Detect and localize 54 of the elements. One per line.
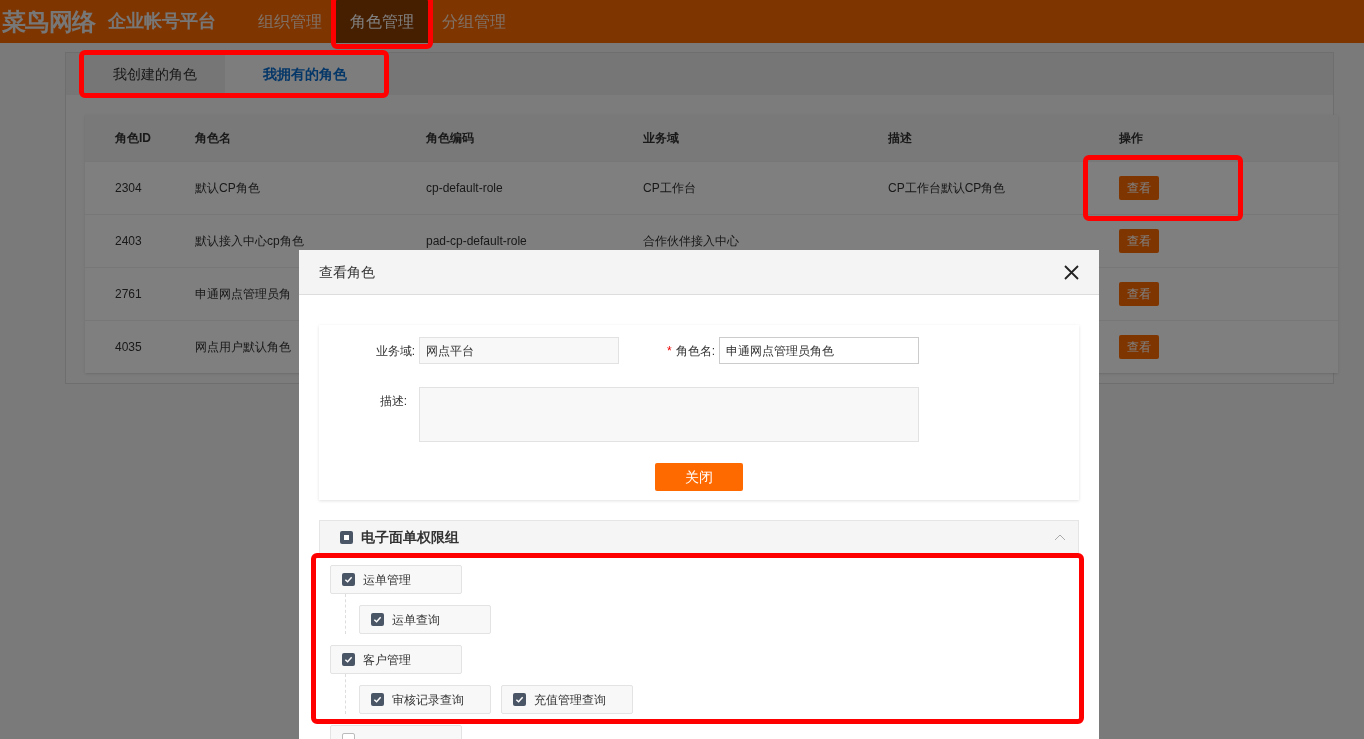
- checkmark-icon: [373, 695, 382, 704]
- column-header: 操作: [1119, 130, 1143, 147]
- column-header: 业务域: [643, 130, 680, 147]
- table-cell: 默认CP角色: [195, 181, 260, 195]
- view-button[interactable]: 查看: [1119, 335, 1159, 359]
- logo-text: 菜鸟网络: [2, 6, 96, 37]
- view-button[interactable]: 查看: [1119, 282, 1159, 306]
- view-button[interactable]: 查看: [1119, 176, 1159, 200]
- table-cell: 网点用户默认角色: [195, 340, 291, 354]
- table-cell: pad-cp-default-role: [426, 234, 527, 248]
- column-header: 角色编码: [426, 130, 475, 147]
- checkmark-icon: [344, 575, 353, 584]
- permission-item[interactable]: 充值管理查询: [501, 685, 633, 714]
- checkbox[interactable]: [342, 573, 355, 586]
- table-cell: 2403: [115, 234, 142, 248]
- permission-item[interactable]: 运单查询: [359, 605, 491, 634]
- required-mark: *: [667, 342, 672, 360]
- group-title: 电子面单权限组: [361, 528, 459, 547]
- checkbox[interactable]: [371, 693, 384, 706]
- table-cell: 合作伙伴接入中心: [643, 234, 739, 248]
- checkbox[interactable]: [513, 693, 526, 706]
- close-button[interactable]: 关闭: [655, 463, 743, 491]
- table-cell: 2761: [115, 287, 142, 301]
- permission-item[interactable]: 审核记录查询: [359, 685, 491, 714]
- checkbox[interactable]: [342, 653, 355, 666]
- column-header: 角色ID: [114, 130, 152, 147]
- field-label: 角色名:: [675, 342, 715, 360]
- checkbox[interactable]: [371, 613, 384, 626]
- table-cell: CP工作台默认CP角色: [888, 181, 1006, 195]
- tab[interactable]: 我拥有的角色: [225, 53, 385, 95]
- table-cell: CP工作台: [643, 181, 696, 195]
- description-field[interactable]: [419, 387, 919, 442]
- dialog-title: 查看角色: [319, 262, 375, 282]
- checkmark-icon: [515, 695, 524, 704]
- close-icon[interactable]: [1064, 264, 1079, 280]
- table-cell: 申通网点管理员角: [195, 287, 291, 301]
- permission-item[interactable]: 运单管理: [330, 565, 462, 594]
- column-header: 角色名: [195, 130, 232, 147]
- checkmark-icon: [344, 655, 353, 664]
- view-button[interactable]: 查看: [1119, 229, 1159, 253]
- nav-item[interactable]: 角色管理: [335, 0, 428, 43]
- checkbox[interactable]: [340, 531, 353, 544]
- checkmark-icon: [373, 615, 382, 624]
- field-label: 描述:: [378, 393, 408, 410]
- field-label: 业务域:: [375, 342, 415, 360]
- platform-title: 企业帐号平台: [107, 10, 216, 33]
- permission-item[interactable]: 客户管理: [330, 645, 462, 674]
- table-cell: 2304: [115, 181, 142, 195]
- table-cell: 默认接入中心cp角色: [195, 234, 304, 248]
- column-header: 描述: [888, 130, 913, 147]
- table-cell: cp-default-role: [426, 181, 503, 195]
- text-field[interactable]: 申通网点管理员角色: [719, 337, 919, 364]
- tab[interactable]: 我创建的角色: [85, 53, 225, 95]
- table-cell: 4035: [115, 340, 142, 354]
